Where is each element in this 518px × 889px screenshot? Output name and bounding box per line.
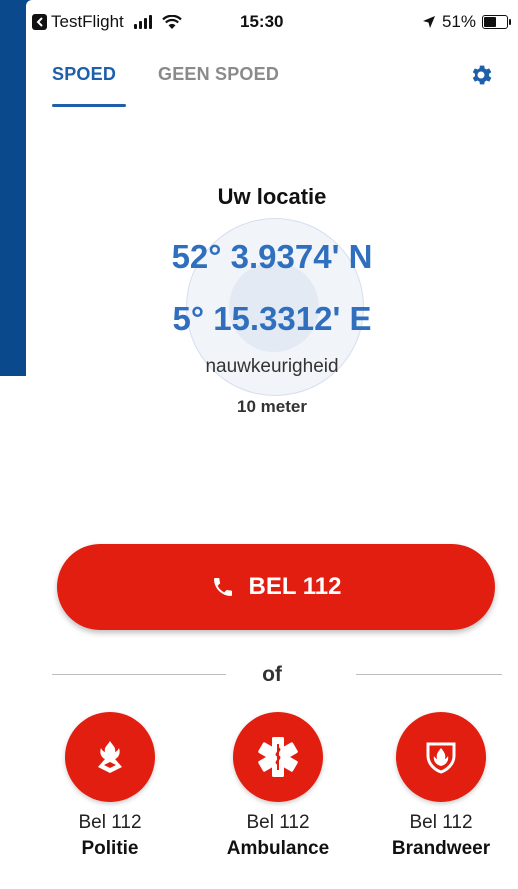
clock: 15:30 (240, 12, 284, 31)
location-arrow-icon (422, 16, 435, 28)
background-panel (0, 0, 26, 376)
divider-or-text: of (262, 663, 282, 686)
ambulance-line2: Ambulance (226, 838, 330, 859)
status-bar: TestFlight 15:30 51% (26, 0, 518, 44)
call-112-label: BEL 112 (248, 573, 342, 600)
fire-line2: Brandweer (391, 838, 491, 859)
accuracy-value: 10 meter (237, 397, 307, 416)
battery-fill (484, 17, 497, 27)
divider-right (356, 674, 502, 675)
fire-department-icon (396, 712, 486, 802)
accuracy-label: nauwkeurigheid (205, 356, 339, 377)
ambulance-line1: Bel 112 (246, 812, 310, 833)
fire-line1: Bel 112 (409, 812, 473, 833)
police-line2: Politie (81, 838, 139, 859)
back-chevron-icon (32, 14, 47, 30)
settings-gear-icon[interactable] (468, 62, 494, 88)
app-screen: TestFlight 15:30 51% SPOED GEEN SPOED Uw… (26, 0, 518, 889)
ambulance-star-of-life-icon (233, 712, 323, 802)
call-ambulance-button[interactable]: Bel 112 Ambulance (208, 712, 348, 860)
longitude-value: 5° 15.3312' E (172, 300, 372, 337)
call-police-button[interactable]: Bel 112 Politie (40, 712, 180, 860)
call-fire-department-button[interactable]: Bel 112 Brandweer (371, 712, 511, 860)
tab-bar: SPOED GEEN SPOED (26, 44, 518, 108)
back-to-app[interactable]: TestFlight (32, 12, 182, 32)
back-app-name: TestFlight (51, 12, 124, 31)
police-icon (65, 712, 155, 802)
cellular-signal-icon (133, 15, 152, 29)
phone-icon (213, 578, 232, 596)
wifi-icon (161, 14, 182, 29)
location-title: Uw locatie (217, 184, 327, 209)
tab-spoed[interactable]: SPOED (52, 64, 116, 85)
tab-geen-spoed[interactable]: GEEN SPOED (158, 64, 279, 85)
latitude-value: 52° 3.9374' N (171, 238, 373, 275)
police-line1: Bel 112 (78, 812, 142, 833)
battery-percent: 51% (441, 12, 476, 31)
active-tab-indicator (52, 104, 126, 107)
status-right: 51% (422, 12, 511, 32)
call-112-button[interactable]: BEL 112 (57, 544, 495, 630)
battery-icon (482, 15, 511, 29)
